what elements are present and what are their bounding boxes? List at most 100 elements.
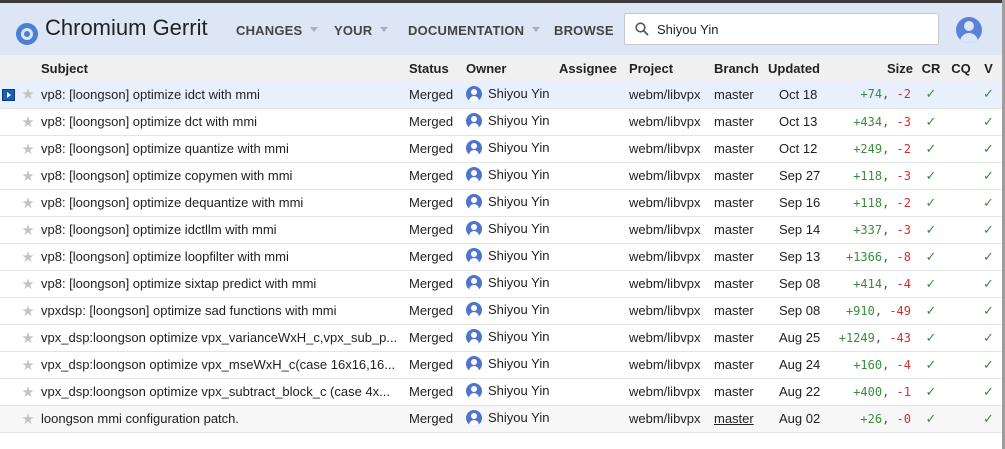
table-row[interactable]: ★ vpx_dsp:loongson optimize vpx_variance… xyxy=(0,324,1002,352)
row-cursor-icon xyxy=(2,89,15,101)
change-subject[interactable]: vp8: [loongson] optimize dct with mmi xyxy=(38,108,405,136)
nav-your[interactable]: YOUR xyxy=(334,23,389,38)
project-link[interactable]: webm/libvpx xyxy=(626,297,714,325)
table-row[interactable]: ★ loongson mmi configuration patch. Merg… xyxy=(0,405,1002,433)
table-row[interactable]: ★ vpx_dsp:loongson optimize vpx_mseWxH_c… xyxy=(0,351,1002,379)
star-icon[interactable]: ★ xyxy=(21,114,34,131)
owner-cell[interactable]: Shiyou Yin xyxy=(462,108,559,136)
avatar-icon xyxy=(466,166,482,183)
star-icon[interactable]: ★ xyxy=(21,168,34,185)
table-row[interactable]: ★ vp8: [loongson] optimize loopfilter wi… xyxy=(0,243,1002,271)
star-icon[interactable]: ★ xyxy=(21,330,34,347)
star-icon[interactable]: ★ xyxy=(21,384,34,401)
branch-link[interactable]: master xyxy=(714,81,768,109)
star-icon[interactable]: ★ xyxy=(21,86,34,103)
change-status: Merged xyxy=(405,81,462,109)
branch-link[interactable]: master xyxy=(714,162,768,190)
table-row[interactable]: ★ vpxdsp: [loongson] optimize sad functi… xyxy=(0,297,1002,325)
star-icon[interactable]: ★ xyxy=(21,357,34,374)
owner-cell[interactable]: Shiyou Yin xyxy=(462,243,559,271)
owner-cell[interactable]: Shiyou Yin xyxy=(462,81,559,109)
star-icon[interactable]: ★ xyxy=(21,276,34,293)
owner-cell[interactable]: Shiyou Yin xyxy=(462,405,559,433)
project-link[interactable]: webm/libvpx xyxy=(626,378,714,406)
table-row[interactable]: ★ vp8: [loongson] optimize dequantize wi… xyxy=(0,189,1002,217)
owner-cell[interactable]: Shiyou Yin xyxy=(462,351,559,379)
table-row[interactable]: ★ vp8: [loongson] optimize quantize with… xyxy=(0,135,1002,163)
header-bar: Chromium Gerrit CHANGES YOUR DOCUMENTATI… xyxy=(0,3,1002,55)
star-icon[interactable]: ★ xyxy=(21,195,34,212)
nav-changes[interactable]: CHANGES xyxy=(236,23,319,38)
table-row[interactable]: ★ vp8: [loongson] optimize idct with mmi… xyxy=(0,81,1002,109)
project-link[interactable]: webm/libvpx xyxy=(626,243,714,271)
deletions-count: -0 xyxy=(896,411,911,426)
table-row[interactable]: ★ vp8: [loongson] optimize idctllm with … xyxy=(0,216,1002,244)
branch-link[interactable]: master xyxy=(714,405,768,433)
star-icon[interactable]: ★ xyxy=(21,222,34,239)
verified-vote: ✓ xyxy=(975,162,1002,190)
project-link[interactable]: webm/libvpx xyxy=(626,162,714,190)
change-subject[interactable]: vpx_dsp:loongson optimize vpx_varianceWx… xyxy=(38,324,405,352)
change-subject[interactable]: vp8: [loongson] optimize sixtap predict … xyxy=(38,270,405,298)
project-link[interactable]: webm/libvpx xyxy=(626,216,714,244)
owner-cell[interactable]: Shiyou Yin xyxy=(462,135,559,163)
owner-cell[interactable]: Shiyou Yin xyxy=(462,162,559,190)
app-title[interactable]: Chromium Gerrit xyxy=(45,15,208,41)
star-icon[interactable]: ★ xyxy=(21,249,34,266)
change-subject[interactable]: loongson mmi configuration patch. xyxy=(38,405,405,433)
star-icon[interactable]: ★ xyxy=(21,141,34,158)
account-avatar-icon[interactable] xyxy=(956,17,982,43)
owner-cell[interactable]: Shiyou Yin xyxy=(462,270,559,298)
owner-name: Shiyou Yin xyxy=(488,167,550,183)
project-link[interactable]: webm/libvpx xyxy=(626,351,714,379)
branch-link[interactable]: master xyxy=(714,189,768,217)
owner-cell[interactable]: Shiyou Yin xyxy=(462,297,559,325)
branch-link[interactable]: master xyxy=(714,270,768,298)
branch-link[interactable]: master xyxy=(714,135,768,163)
header-updated: Updated xyxy=(768,55,830,81)
branch-link[interactable]: master xyxy=(714,324,768,352)
change-subject[interactable]: vpxdsp: [loongson] optimize sad function… xyxy=(38,297,405,325)
project-link[interactable]: webm/libvpx xyxy=(626,270,714,298)
header-branch: Branch xyxy=(714,55,768,81)
project-link[interactable]: webm/libvpx xyxy=(626,189,714,217)
project-link[interactable]: webm/libvpx xyxy=(626,81,714,109)
owner-cell[interactable]: Shiyou Yin xyxy=(462,216,559,244)
change-subject[interactable]: vp8: [loongson] optimize copymen with mm… xyxy=(38,162,405,190)
insertions-count: +118 xyxy=(853,195,883,210)
table-row[interactable]: ★ vpx_dsp:loongson optimize vpx_subtract… xyxy=(0,378,1002,406)
owner-cell[interactable]: Shiyou Yin xyxy=(462,378,559,406)
table-row[interactable]: ★ vp8: [loongson] optimize sixtap predic… xyxy=(0,270,1002,298)
branch-link[interactable]: master xyxy=(714,297,768,325)
change-subject[interactable]: vp8: [loongson] optimize quantize with m… xyxy=(38,135,405,163)
header-project: Project xyxy=(626,55,714,81)
branch-link[interactable]: master xyxy=(714,243,768,271)
project-link[interactable]: webm/libvpx xyxy=(626,324,714,352)
table-row[interactable]: ★ vp8: [loongson] optimize copymen with … xyxy=(0,162,1002,190)
nav-documentation[interactable]: DOCUMENTATION xyxy=(408,23,541,38)
code-review-vote: ✓ xyxy=(915,108,947,136)
star-icon[interactable]: ★ xyxy=(21,411,34,428)
table-row[interactable]: ★ vp8: [loongson] optimize dct with mmi … xyxy=(0,108,1002,136)
change-subject[interactable]: vp8: [loongson] optimize idctllm with mm… xyxy=(38,216,405,244)
owner-cell[interactable]: Shiyou Yin xyxy=(462,189,559,217)
project-link[interactable]: webm/libvpx xyxy=(626,108,714,136)
change-subject[interactable]: vp8: [loongson] optimize dequantize with… xyxy=(38,189,405,217)
change-subject[interactable]: vp8: [loongson] optimize idct with mmi xyxy=(38,81,405,109)
search-input[interactable]: Shiyou Yin xyxy=(624,13,939,45)
project-link[interactable]: webm/libvpx xyxy=(626,405,714,433)
branch-link[interactable]: master xyxy=(714,351,768,379)
updated-date: Aug 02 xyxy=(768,405,830,433)
star-icon[interactable]: ★ xyxy=(21,303,34,320)
change-subject[interactable]: vpx_dsp:loongson optimize vpx_mseWxH_c(c… xyxy=(38,351,405,379)
owner-cell[interactable]: Shiyou Yin xyxy=(462,324,559,352)
change-subject[interactable]: vp8: [loongson] optimize loopfilter with… xyxy=(38,243,405,271)
gerrit-logo-icon xyxy=(16,23,38,45)
project-link[interactable]: webm/libvpx xyxy=(626,135,714,163)
change-subject[interactable]: vpx_dsp:loongson optimize vpx_subtract_b… xyxy=(38,378,405,406)
branch-link[interactable]: master xyxy=(714,108,768,136)
deletions-count: -4 xyxy=(896,357,911,372)
branch-link[interactable]: master xyxy=(714,378,768,406)
nav-browse[interactable]: BROWSE xyxy=(554,23,614,38)
branch-link[interactable]: master xyxy=(714,216,768,244)
